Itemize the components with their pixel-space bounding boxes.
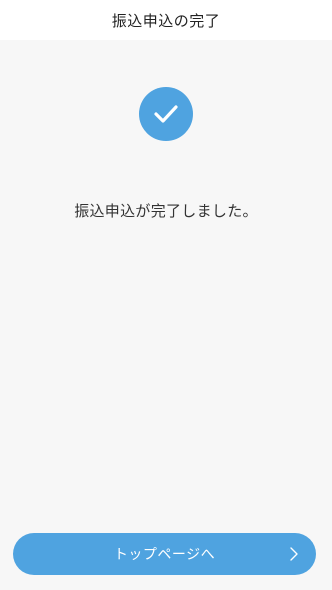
status-message: 振込申込が完了しました。 <box>74 202 258 220</box>
checkmark-icon <box>154 105 178 123</box>
chevron-right-icon <box>290 547 298 561</box>
page-title: 振込申込の完了 <box>111 11 221 30</box>
content: 振込申込が完了しました。 トップページへ <box>0 40 332 590</box>
top-page-button-label: トップページへ <box>113 547 216 563</box>
check-circle-icon <box>139 87 193 141</box>
header: 振込申込の完了 <box>0 0 332 40</box>
top-page-button[interactable]: トップページへ <box>13 533 316 575</box>
